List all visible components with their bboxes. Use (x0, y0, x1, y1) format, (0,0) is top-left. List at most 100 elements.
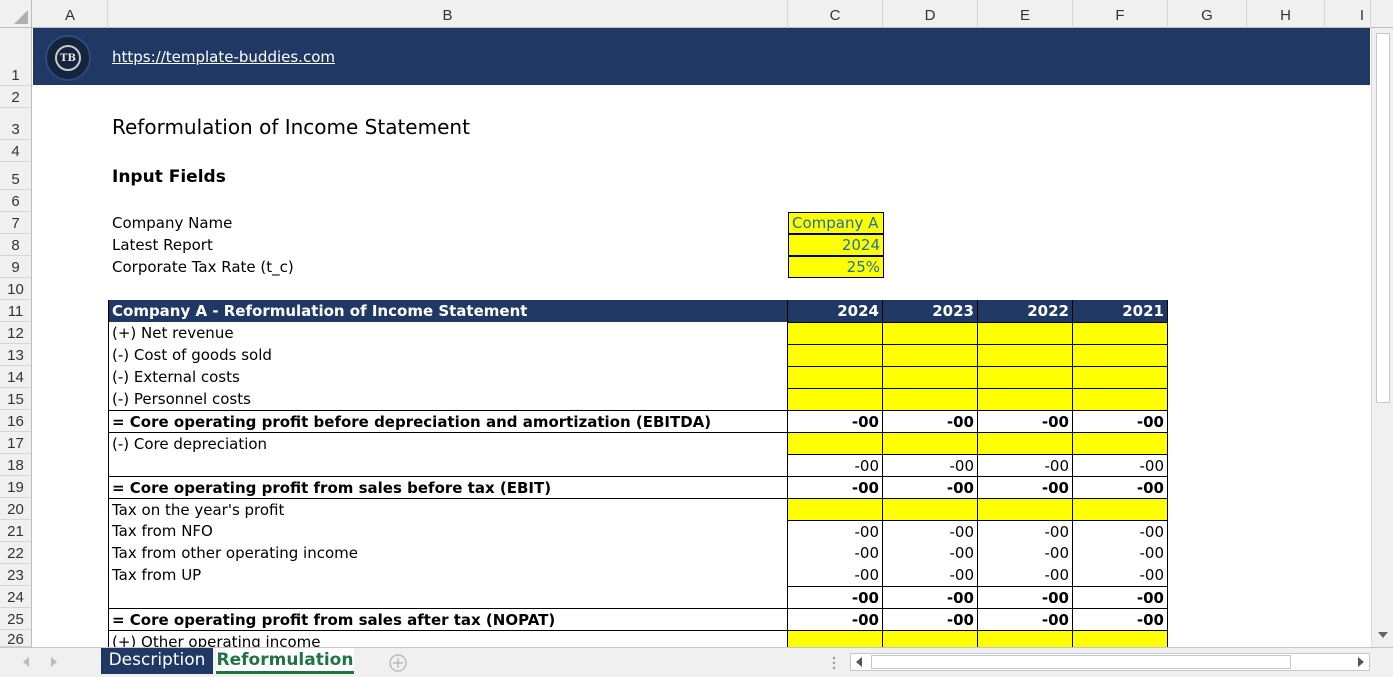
horizontal-scrollbar[interactable] (850, 653, 1370, 671)
value-cell[interactable]: -00 (1073, 608, 1168, 630)
input-cell[interactable] (883, 366, 978, 388)
value-cell[interactable]: -00 (1073, 520, 1168, 542)
input-cell[interactable] (978, 388, 1073, 410)
add-sheet-icon[interactable] (388, 653, 408, 673)
value-cell[interactable]: -00 (1073, 586, 1168, 608)
input-cell[interactable] (788, 366, 883, 388)
row-header-18[interactable]: 18 (0, 454, 32, 476)
scroll-right-icon[interactable] (1357, 657, 1365, 667)
column-header-g[interactable]: G (1168, 0, 1247, 28)
input-cell[interactable] (978, 366, 1073, 388)
tab-description[interactable]: Description (101, 648, 213, 674)
column-header-c[interactable]: C (788, 0, 883, 28)
row-header-14[interactable]: 14 (0, 366, 32, 388)
row-header-6[interactable]: 6 (0, 190, 32, 212)
value-cell[interactable]: -00 (788, 410, 883, 432)
value-cell[interactable]: -00 (978, 454, 1073, 476)
column-header-f[interactable]: F (1073, 0, 1168, 28)
tab-scroll-right-icon[interactable] (50, 657, 58, 667)
value-cell[interactable]: -00 (883, 542, 978, 564)
column-header-i[interactable]: I (1325, 0, 1371, 28)
tax-rate-input[interactable]: 25% (788, 256, 884, 278)
value-cell[interactable]: -00 (1073, 542, 1168, 564)
horizontal-scroll-thumb[interactable] (871, 655, 1291, 669)
value-cell[interactable]: -00 (978, 476, 1073, 498)
row-header-22[interactable]: 22 (0, 542, 32, 564)
splitter-dots-icon[interactable] (831, 656, 837, 670)
value-cell[interactable]: -00 (788, 454, 883, 476)
input-cell[interactable] (1073, 432, 1168, 454)
latest-report-input[interactable]: 2024 (788, 234, 884, 256)
vertical-scrollbar[interactable] (1371, 28, 1393, 647)
column-header-b[interactable]: B (108, 0, 788, 28)
row-header-16[interactable]: 16 (0, 410, 32, 432)
vertical-scroll-thumb[interactable] (1376, 33, 1390, 403)
row-header-15[interactable]: 15 (0, 388, 32, 410)
value-cell[interactable]: -00 (978, 410, 1073, 432)
value-cell[interactable]: -00 (788, 608, 883, 630)
value-cell[interactable]: -00 (883, 586, 978, 608)
value-cell[interactable]: -00 (978, 564, 1073, 586)
value-cell[interactable]: -00 (883, 476, 978, 498)
row-header-4[interactable]: 4 (0, 140, 32, 162)
input-cell[interactable] (978, 432, 1073, 454)
row-header-5[interactable]: 5 (0, 162, 32, 190)
row-header-26[interactable]: 26 (0, 630, 32, 648)
input-cell[interactable] (1073, 322, 1168, 344)
row-header-8[interactable]: 8 (0, 234, 32, 256)
row-header-23[interactable]: 23 (0, 564, 32, 586)
input-cell[interactable] (978, 322, 1073, 344)
input-cell[interactable] (978, 344, 1073, 366)
value-cell[interactable]: -00 (788, 542, 883, 564)
row-header-25[interactable]: 25 (0, 608, 32, 630)
column-header-e[interactable]: E (978, 0, 1073, 28)
input-cell[interactable] (883, 498, 978, 520)
value-cell[interactable]: -00 (1073, 454, 1168, 476)
company-name-input[interactable]: Company A (788, 212, 884, 234)
row-header-20[interactable]: 20 (0, 498, 32, 520)
value-cell[interactable]: -00 (978, 542, 1073, 564)
input-cell[interactable] (1073, 366, 1168, 388)
input-cell[interactable] (1073, 498, 1168, 520)
value-cell[interactable]: -00 (883, 410, 978, 432)
input-cell[interactable] (788, 630, 883, 647)
value-cell[interactable]: -00 (1073, 476, 1168, 498)
row-header-7[interactable]: 7 (0, 212, 32, 234)
input-cell[interactable] (978, 498, 1073, 520)
row-header-2[interactable]: 2 (0, 86, 32, 108)
row-header-10[interactable]: 10 (0, 278, 32, 300)
tab-scroll-left-icon[interactable] (22, 657, 30, 667)
value-cell[interactable]: -00 (883, 564, 978, 586)
row-header-9[interactable]: 9 (0, 256, 32, 278)
input-cell[interactable] (788, 322, 883, 344)
input-cell[interactable] (1073, 630, 1168, 647)
input-cell[interactable] (788, 498, 883, 520)
value-cell[interactable]: -00 (978, 608, 1073, 630)
column-header-h[interactable]: H (1247, 0, 1325, 28)
row-header-1[interactable]: 1 (0, 28, 32, 86)
row-header-3[interactable]: 3 (0, 108, 32, 140)
row-header-17[interactable]: 17 (0, 432, 32, 454)
value-cell[interactable]: -00 (1073, 564, 1168, 586)
input-cell[interactable] (883, 322, 978, 344)
row-header-21[interactable]: 21 (0, 520, 32, 542)
input-cell[interactable] (788, 344, 883, 366)
column-header-d[interactable]: D (883, 0, 978, 28)
scroll-down-icon[interactable] (1378, 631, 1388, 639)
row-header-24[interactable]: 24 (0, 586, 32, 608)
row-header-19[interactable]: 19 (0, 476, 32, 498)
input-cell[interactable] (788, 432, 883, 454)
row-header-12[interactable]: 12 (0, 322, 32, 344)
input-cell[interactable] (883, 388, 978, 410)
input-cell[interactable] (883, 630, 978, 647)
input-cell[interactable] (1073, 344, 1168, 366)
value-cell[interactable]: -00 (883, 454, 978, 476)
input-cell[interactable] (978, 630, 1073, 647)
column-header-a[interactable]: A (33, 0, 108, 28)
value-cell[interactable]: -00 (883, 608, 978, 630)
select-all-corner[interactable] (0, 0, 32, 28)
value-cell[interactable]: -00 (788, 476, 883, 498)
value-cell[interactable]: -00 (788, 586, 883, 608)
input-cell[interactable] (1073, 388, 1168, 410)
value-cell[interactable]: -00 (788, 564, 883, 586)
